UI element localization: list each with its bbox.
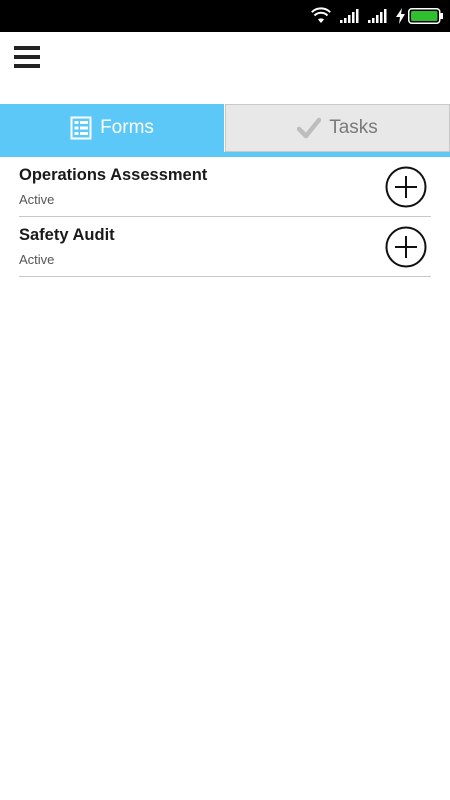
signal-icon: [340, 9, 359, 23]
hamburger-menu-icon[interactable]: [12, 44, 44, 72]
form-status: Active: [19, 192, 55, 207]
tab-tasks[interactable]: Tasks: [225, 104, 450, 152]
tab-bar: Forms Tasks: [0, 104, 450, 157]
add-circle-icon[interactable]: [385, 166, 427, 208]
tab-forms-label: Forms: [100, 117, 154, 138]
list-item[interactable]: Operations Assessment Active: [19, 157, 431, 217]
signal-icon: [368, 9, 387, 23]
list-item[interactable]: Safety Audit Active: [19, 217, 431, 277]
checkmark-icon: [297, 117, 322, 139]
form-title: Operations Assessment: [19, 166, 208, 184]
form-icon: [70, 116, 92, 140]
app-header: [0, 32, 450, 104]
status-bar: [0, 0, 450, 32]
tab-forms[interactable]: Forms: [0, 104, 224, 152]
battery-icon: [408, 8, 443, 24]
form-title: Safety Audit: [19, 226, 115, 244]
forms-list: Operations Assessment Active Safety Audi…: [19, 157, 431, 277]
tab-tasks-label: Tasks: [329, 117, 378, 138]
form-status: Active: [19, 252, 55, 267]
wifi-icon: [311, 7, 331, 23]
charging-icon: [396, 8, 405, 24]
add-circle-icon[interactable]: [385, 226, 427, 268]
